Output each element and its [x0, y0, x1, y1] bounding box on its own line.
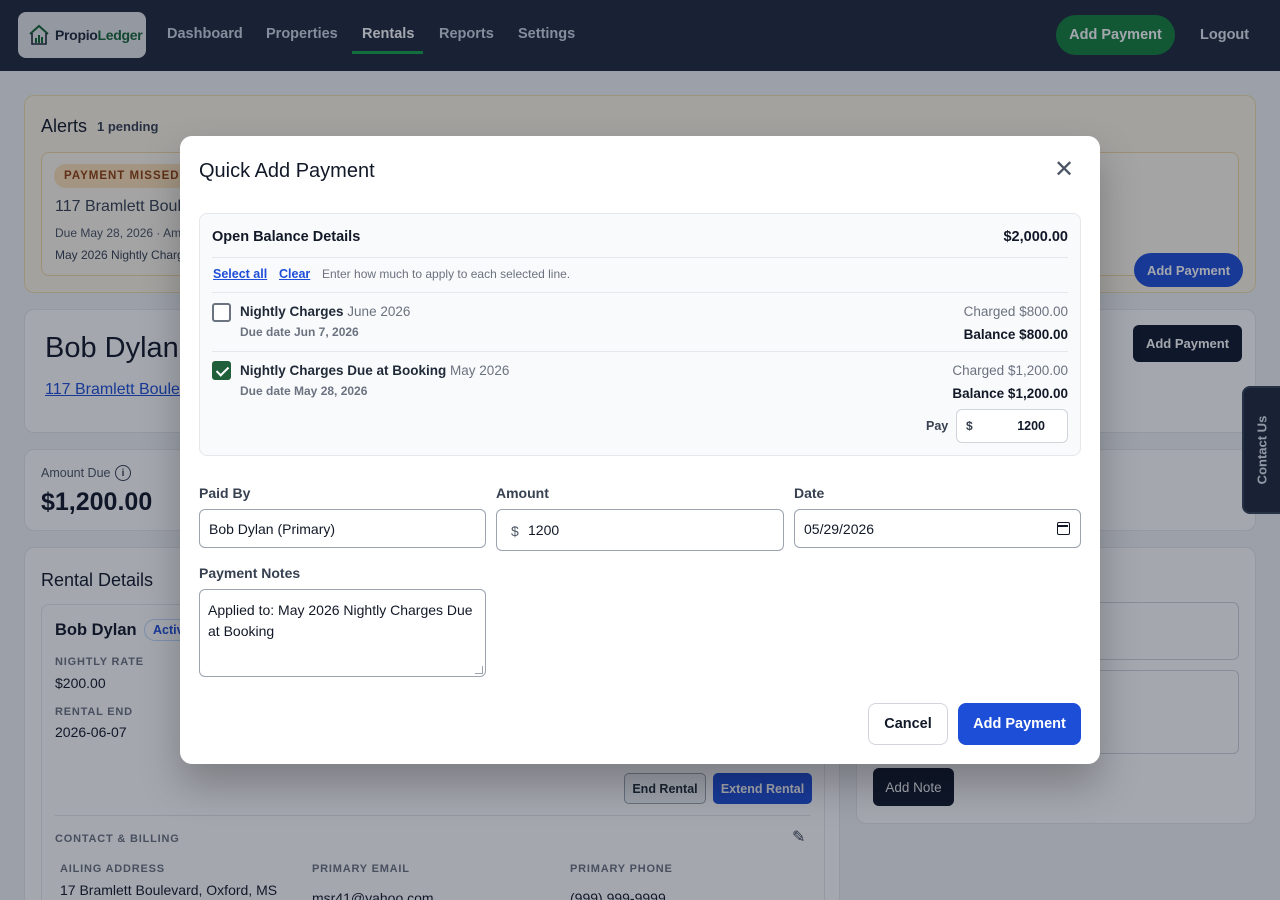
paid-by-label: Paid By — [199, 485, 251, 501]
apply-hint: Enter how much to apply to each selected… — [322, 267, 571, 281]
open-balance-details: Open Balance Details $2,000.00 Select al… — [199, 213, 1081, 456]
date-label: Date — [794, 485, 825, 501]
resize-handle-icon[interactable] — [475, 666, 483, 674]
line-name: Nightly Charges Due at Booking May 2026 — [240, 363, 510, 378]
pay-currency: $ — [966, 419, 973, 433]
amount-value: 1200 — [528, 522, 560, 538]
line-due-date: Due date Jun 7, 2026 — [240, 325, 359, 339]
paid-by-select[interactable]: Bob Dylan (Primary) — [199, 509, 486, 548]
line-name: Nightly Charges June 2026 — [240, 304, 411, 319]
quick-add-payment-modal: Quick Add Payment ✕ Open Balance Details… — [180, 136, 1100, 764]
line-charged: Charged $1,200.00 — [952, 363, 1068, 378]
paid-by-value: Bob Dylan (Primary) — [209, 521, 336, 537]
payment-notes-textarea[interactable]: Applied to: May 2026 Nightly Charges Due… — [199, 589, 486, 677]
payment-notes-label: Payment Notes — [199, 565, 301, 581]
pay-value: 1200 — [1017, 419, 1045, 433]
date-value: 05/29/2026 — [804, 521, 875, 537]
line-due-date: Due date May 28, 2026 — [240, 384, 368, 398]
line-charged: Charged $800.00 — [963, 304, 1068, 319]
divider — [212, 351, 1068, 352]
payment-notes-value: Applied to: May 2026 Nightly Charges Due… — [208, 602, 473, 639]
calendar-icon[interactable] — [1057, 522, 1070, 535]
select-all-button[interactable]: Select all — [213, 267, 267, 281]
pay-label: Pay — [926, 419, 949, 433]
line-checkbox-may[interactable] — [212, 361, 231, 380]
clear-button[interactable]: Clear — [279, 267, 310, 281]
cancel-button[interactable]: Cancel — [868, 703, 948, 745]
open-balance-total: $2,000.00 — [1003, 229, 1068, 245]
divider — [212, 292, 1068, 293]
pay-amount-input[interactable]: $ 1200 — [956, 409, 1068, 443]
divider — [212, 257, 1068, 258]
amount-label: Amount — [496, 485, 549, 501]
amount-input[interactable]: $ 1200 — [496, 509, 784, 551]
modal-title: Quick Add Payment — [199, 160, 375, 182]
date-input[interactable]: 05/29/2026 — [794, 509, 1081, 548]
close-icon[interactable]: ✕ — [1054, 158, 1074, 182]
open-balance-title: Open Balance Details — [212, 229, 361, 245]
amount-currency: $ — [511, 523, 519, 539]
line-balance: Balance $800.00 — [963, 327, 1068, 342]
line-checkbox-june[interactable] — [212, 303, 231, 322]
line-balance: Balance $1,200.00 — [952, 386, 1068, 401]
add-payment-submit-button[interactable]: Add Payment — [958, 703, 1081, 745]
